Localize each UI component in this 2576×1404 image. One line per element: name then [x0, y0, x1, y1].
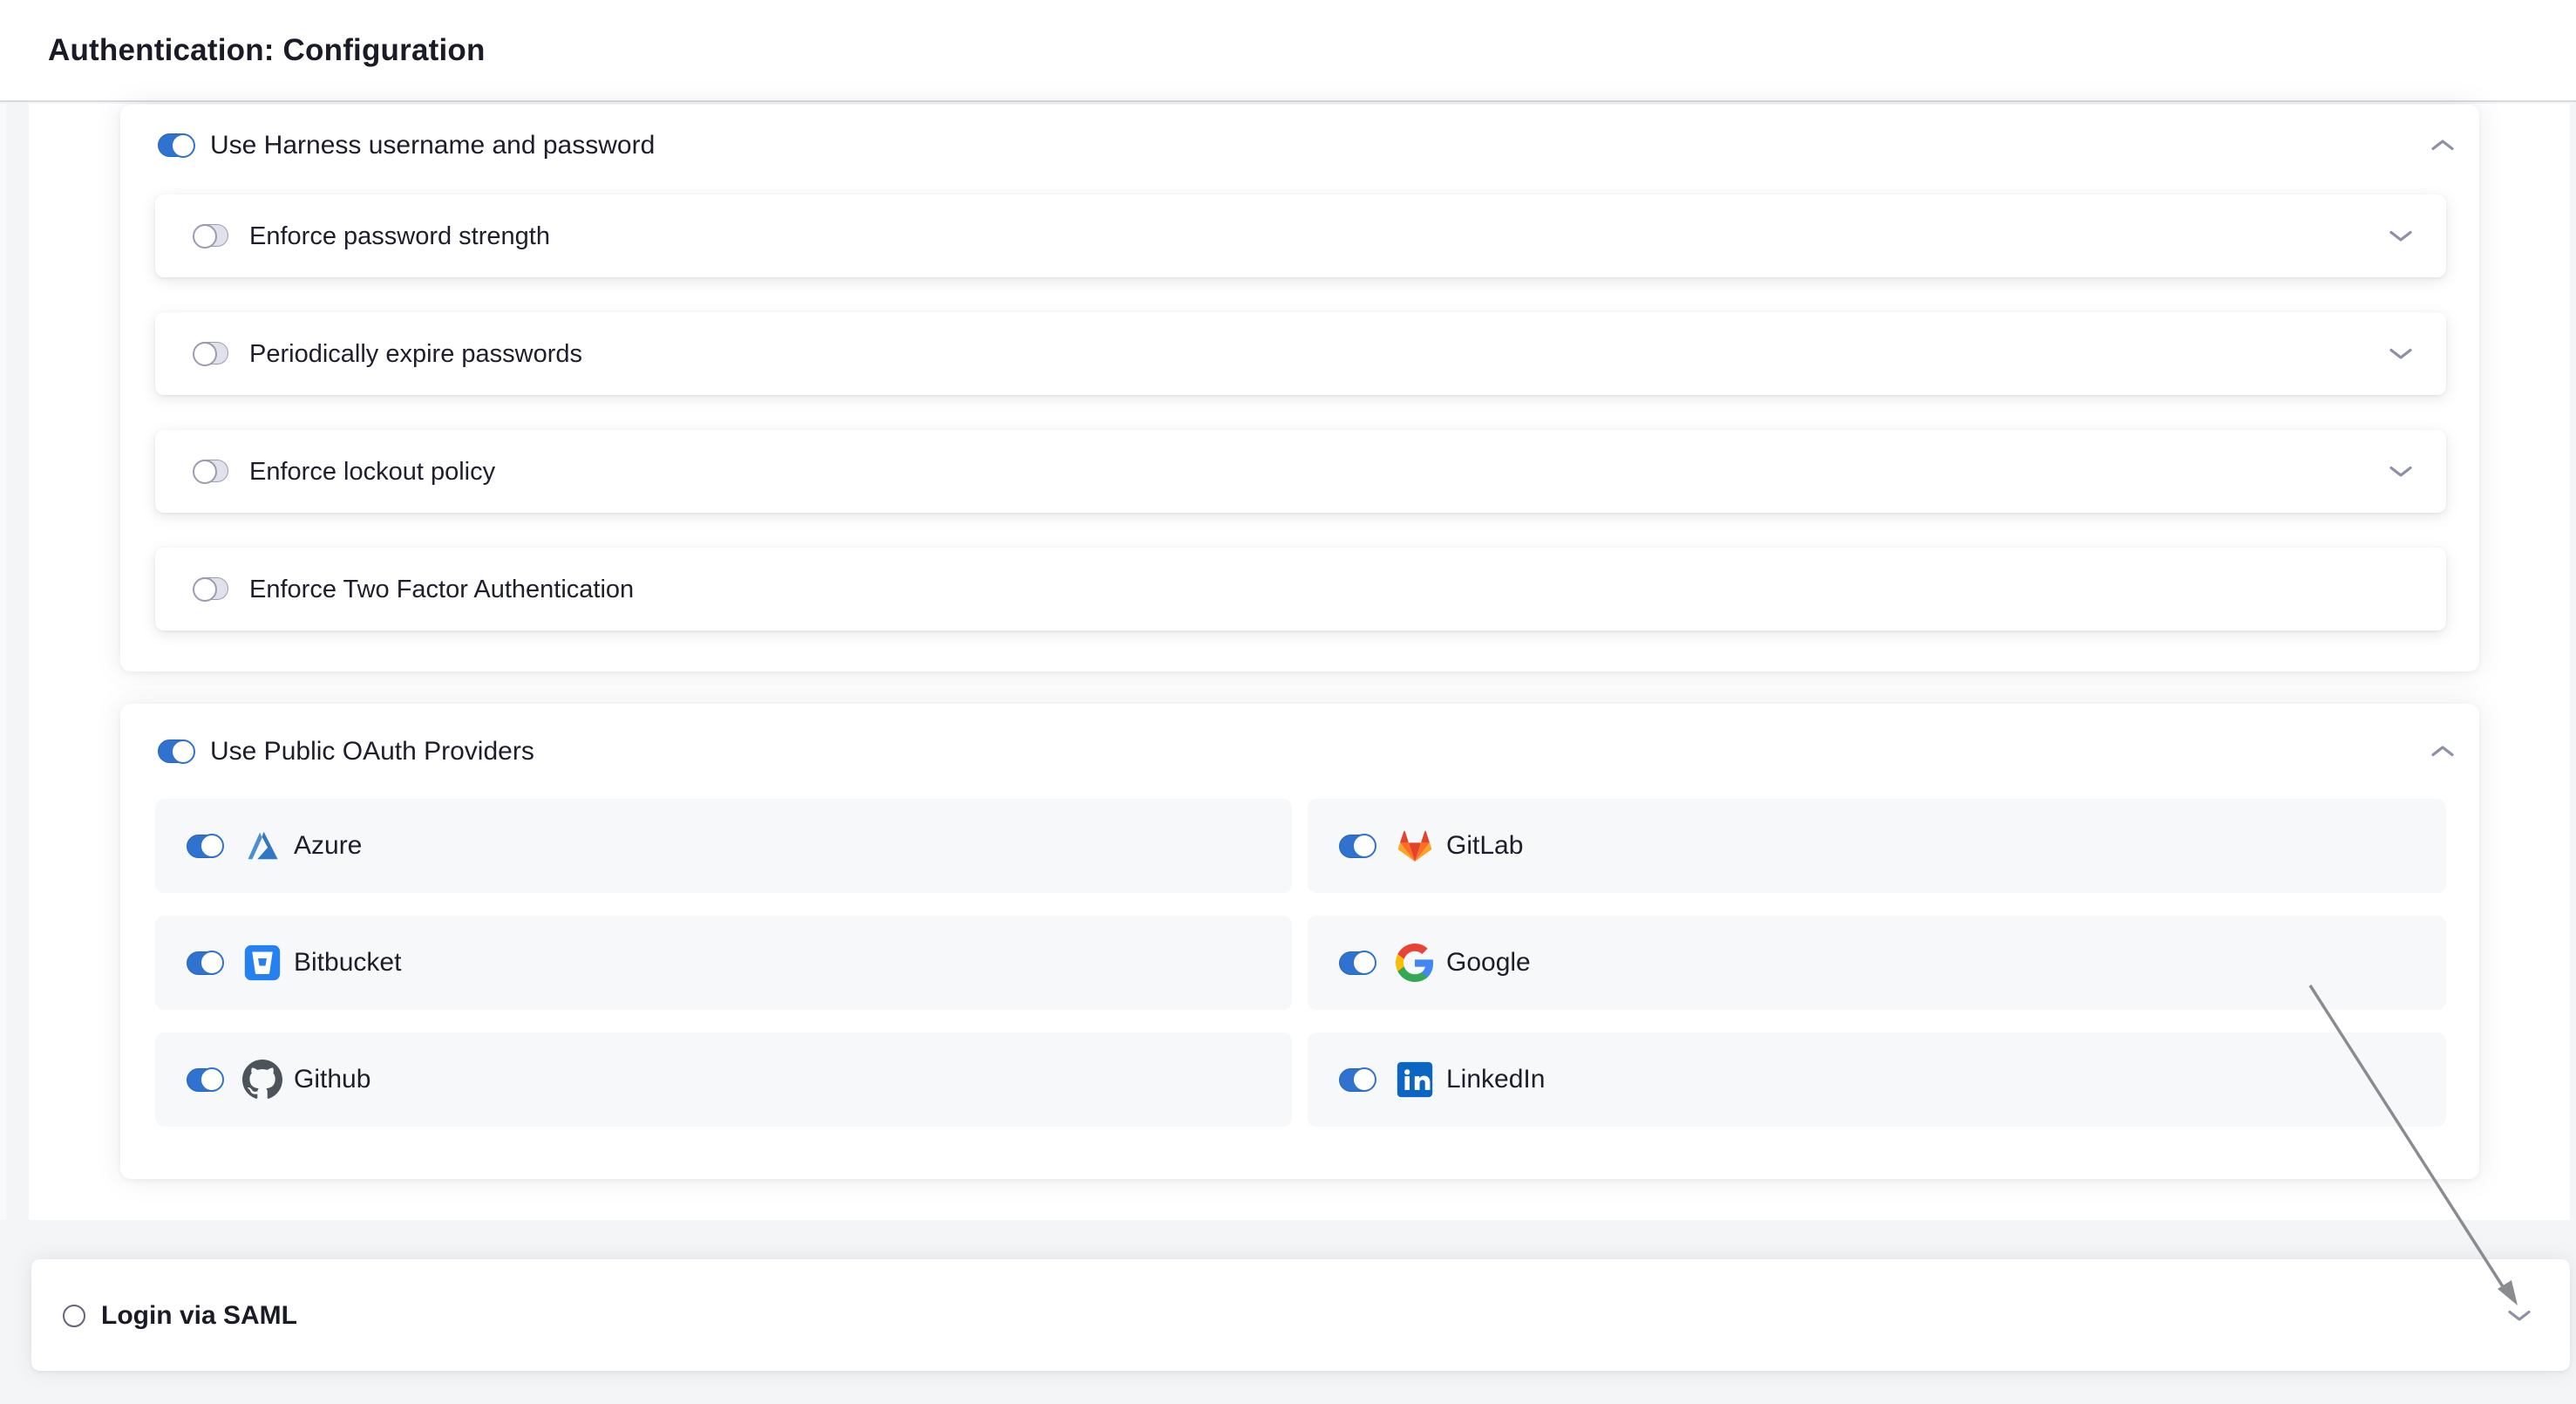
- provider-label: Azure: [294, 831, 362, 861]
- chevron-down-icon: [2507, 1310, 2532, 1322]
- collapse-oauth-providers-button[interactable]: [2430, 745, 2455, 757]
- oauth-providers-card: Use Public OAuth Providers Azure: [120, 704, 2479, 1179]
- toggle-knob: [1352, 1067, 1376, 1092]
- page-header: Authentication: Configuration: [0, 0, 2576, 102]
- page-title: Authentication: Configuration: [48, 33, 486, 68]
- saml-radio[interactable]: [63, 1305, 85, 1327]
- chevron-down-icon: [2389, 466, 2413, 478]
- provider-label: Google: [1446, 948, 1531, 978]
- toggle-knob: [171, 739, 195, 764]
- provider-tile-github: Github: [155, 1033, 1292, 1127]
- toggle-knob: [200, 951, 224, 975]
- provider-tile-linkedin: LinkedIn: [1308, 1033, 2446, 1127]
- toggle-knob: [1352, 951, 1376, 975]
- expand-expire-passwords-button[interactable]: [2389, 348, 2413, 360]
- bitbucket-icon: [242, 943, 282, 983]
- expire-passwords-row: Periodically expire passwords: [155, 312, 2446, 395]
- two-factor-row: Enforce Two Factor Authentication: [155, 548, 2446, 630]
- username-password-toggle[interactable]: [158, 133, 194, 157]
- two-factor-label: Enforce Two Factor Authentication: [249, 575, 634, 604]
- password-strength-toggle[interactable]: [194, 224, 228, 247]
- collapse-username-password-button[interactable]: [2430, 139, 2455, 151]
- oauth-provider-grid: Azure GitLab: [155, 799, 2446, 1127]
- toggle-knob: [193, 342, 217, 366]
- toggle-knob: [200, 1067, 224, 1092]
- provider-label: Bitbucket: [294, 948, 401, 978]
- provider-tile-bitbucket: Bitbucket: [155, 916, 1292, 1010]
- gitlab-icon: [1395, 826, 1435, 866]
- toggle-knob: [171, 133, 195, 158]
- provider-tile-azure: Azure: [155, 799, 1292, 893]
- provider-label: Github: [294, 1065, 370, 1094]
- provider-tile-gitlab: GitLab: [1308, 799, 2446, 893]
- github-icon: [242, 1060, 282, 1100]
- two-factor-toggle[interactable]: [194, 577, 228, 600]
- provider-label: GitLab: [1446, 831, 1523, 861]
- provider-label: LinkedIn: [1446, 1065, 1545, 1094]
- username-password-card: Use Harness username and password Enforc…: [120, 105, 2479, 671]
- toggle-knob: [200, 834, 224, 858]
- lockout-policy-toggle[interactable]: [194, 460, 228, 482]
- chevron-down-icon: [2389, 230, 2413, 242]
- linkedin-icon: [1395, 1060, 1435, 1100]
- lockout-policy-row: Enforce lockout policy: [155, 430, 2446, 513]
- chevron-down-icon: [2389, 348, 2413, 360]
- lockout-policy-label: Enforce lockout policy: [249, 457, 495, 487]
- expire-passwords-label: Periodically expire passwords: [249, 339, 582, 369]
- oauth-providers-label: Use Public OAuth Providers: [210, 737, 534, 767]
- oauth-providers-toggle[interactable]: [158, 739, 194, 763]
- toggle-knob: [193, 224, 217, 249]
- google-toggle[interactable]: [1339, 951, 1376, 975]
- expand-saml-button[interactable]: [2507, 1310, 2532, 1322]
- bitbucket-toggle[interactable]: [187, 951, 223, 975]
- toggle-knob: [193, 460, 217, 484]
- left-gutter: [0, 104, 6, 1220]
- saml-card: Login via SAML: [31, 1259, 2570, 1371]
- azure-toggle[interactable]: [187, 835, 223, 858]
- gitlab-toggle[interactable]: [1339, 835, 1376, 858]
- username-password-label: Use Harness username and password: [210, 131, 655, 160]
- chevron-up-icon: [2430, 745, 2455, 757]
- provider-tile-google: Google: [1308, 916, 2446, 1010]
- expire-passwords-toggle[interactable]: [194, 342, 228, 365]
- chevron-up-icon: [2430, 139, 2455, 151]
- toggle-knob: [193, 577, 217, 602]
- azure-icon: [242, 826, 282, 866]
- password-strength-row: Enforce password strength: [155, 194, 2446, 277]
- toggle-knob: [1352, 834, 1376, 858]
- linkedin-toggle[interactable]: [1339, 1068, 1376, 1092]
- password-strength-label: Enforce password strength: [249, 222, 550, 251]
- google-icon: [1395, 943, 1435, 983]
- expand-lockout-policy-button[interactable]: [2389, 466, 2413, 478]
- saml-label: Login via SAML: [101, 1301, 297, 1331]
- github-toggle[interactable]: [187, 1068, 223, 1092]
- expand-password-strength-button[interactable]: [2389, 230, 2413, 242]
